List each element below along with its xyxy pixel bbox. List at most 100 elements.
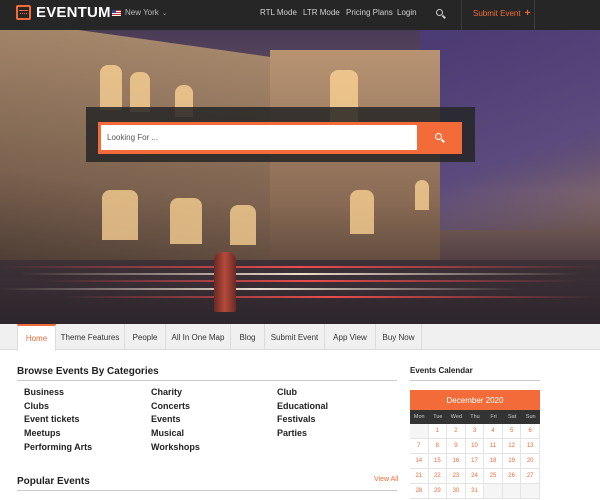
category-link[interactable]: Events (151, 414, 181, 424)
light-streak (0, 266, 600, 268)
hero-search-button[interactable] (418, 125, 459, 150)
tab-submit-event[interactable]: Submit Event (265, 324, 325, 350)
calendar-day[interactable]: 2 (447, 424, 466, 439)
submit-event-label: Submit Event (473, 9, 521, 18)
calendar-day[interactable]: 14 (410, 454, 429, 469)
calendar-day[interactable]: 27 (521, 469, 540, 484)
section-divider (410, 380, 540, 381)
category-link[interactable]: Concerts (151, 401, 190, 411)
calendar-day[interactable]: 21 (410, 469, 429, 484)
light-streak (60, 296, 600, 298)
category-link[interactable]: Educational (277, 401, 328, 411)
hero-window (100, 65, 122, 110)
calendar-day[interactable]: 22 (428, 469, 448, 484)
submit-event-button[interactable]: Submit Event + (473, 7, 531, 19)
calendar-day[interactable]: 3 (465, 424, 485, 439)
calendar-day[interactable]: 1 (428, 424, 448, 439)
calendar-weekday: Wed (450, 414, 463, 420)
calendar-empty-cell (410, 424, 429, 439)
top-bar: EVENTUM New York ⌄ RTL Mode LTR Mode Pri… (0, 0, 600, 30)
hero-banner (0, 30, 600, 324)
calendar-day[interactable]: 13 (521, 439, 540, 454)
category-link[interactable]: Parties (277, 428, 307, 438)
calendar-weekdays: Mon Tue Wed Thu Fri Sat Sun (410, 410, 540, 424)
tab-home[interactable]: Home (17, 324, 56, 351)
hero-hydrant (214, 252, 236, 312)
category-link[interactable]: Business (24, 387, 64, 397)
category-link[interactable]: Musical (151, 428, 184, 438)
calendar-empty-cell (484, 484, 503, 499)
tab-all-in-one-map[interactable]: All In One Map (166, 324, 231, 350)
category-link[interactable]: Charity (151, 387, 182, 397)
calendar-day[interactable]: 6 (521, 424, 540, 439)
calendar-day[interactable]: 31 (465, 484, 485, 499)
calendar-day[interactable]: 19 (502, 454, 522, 469)
categories-title: Browse Events By Categories (17, 366, 159, 377)
calendar-day[interactable]: 26 (502, 469, 522, 484)
calendar-day[interactable]: 23 (447, 469, 466, 484)
category-link[interactable]: Club (277, 387, 297, 397)
tab-blog[interactable]: Blog (231, 324, 265, 350)
calendar-day[interactable]: 7 (410, 439, 429, 454)
category-link[interactable]: Festivals (277, 414, 316, 424)
calendar-day[interactable]: 29 (428, 484, 448, 499)
calendar-day[interactable]: 5 (502, 424, 522, 439)
plus-icon: + (524, 7, 531, 19)
calendar-day[interactable]: 17 (465, 454, 485, 469)
category-link[interactable]: Meetups (24, 428, 61, 438)
section-divider (17, 380, 397, 381)
light-streak (40, 280, 580, 282)
calendar-day[interactable]: 24 (465, 469, 485, 484)
hero-window (415, 180, 429, 210)
calendar-month: December 2020 (410, 390, 540, 410)
light-streak (20, 273, 580, 275)
calendar-weekday: Thu (470, 414, 480, 420)
tab-theme-features[interactable]: Theme Features (56, 324, 125, 350)
nav-pricing-plans[interactable]: Pricing Plans (346, 8, 393, 17)
calendar-weekday: Fri (490, 414, 497, 420)
tab-buy-now[interactable]: Buy Now (376, 324, 422, 350)
calendar-day[interactable]: 11 (484, 439, 503, 454)
calendar-day[interactable]: 16 (447, 454, 466, 469)
nav-rtl-mode[interactable]: RTL Mode (260, 8, 297, 17)
calendar-day[interactable]: 9 (447, 439, 466, 454)
calendar-day[interactable]: 8 (428, 439, 448, 454)
hero-search-input[interactable] (101, 125, 417, 150)
calendar-day[interactable]: 15 (428, 454, 448, 469)
hero-window (130, 72, 150, 112)
section-divider (17, 490, 397, 491)
brand-logo[interactable]: EVENTUM (16, 4, 111, 21)
calendar-day[interactable]: 4 (484, 424, 503, 439)
hero-window (170, 198, 202, 244)
calendar-day[interactable]: 20 (521, 454, 540, 469)
calendar-day[interactable]: 30 (447, 484, 466, 499)
nav-login[interactable]: Login (397, 8, 417, 17)
calendar-day[interactable]: 25 (484, 469, 503, 484)
light-streak (0, 288, 520, 290)
us-flag-icon (112, 9, 121, 16)
category-link[interactable]: Clubs (24, 401, 49, 411)
category-link[interactable]: Workshops (151, 442, 200, 452)
hero-road (0, 260, 600, 324)
hero-window (230, 205, 256, 245)
city-label: New York (125, 8, 159, 17)
topbar-divider (461, 0, 462, 30)
hero-window (102, 190, 138, 240)
tab-people[interactable]: People (125, 324, 166, 350)
calendar-day[interactable]: 12 (502, 439, 522, 454)
topbar-divider (534, 0, 535, 30)
view-all-link[interactable]: View All (374, 476, 398, 483)
calendar-empty-cell (521, 484, 540, 499)
popular-events-title: Popular Events (17, 476, 90, 487)
tab-app-view[interactable]: App View (325, 324, 376, 350)
calendar-day[interactable]: 28 (410, 484, 429, 499)
city-selector[interactable]: New York ⌄ (112, 8, 168, 17)
search-icon[interactable] (436, 9, 443, 16)
nav-ltr-mode[interactable]: LTR Mode (303, 8, 340, 17)
chevron-down-icon: ⌄ (161, 9, 168, 17)
category-link[interactable]: Performing Arts (24, 442, 92, 452)
calendar-day[interactable]: 18 (484, 454, 503, 469)
calendar-day[interactable]: 10 (465, 439, 485, 454)
category-link[interactable]: Event tickets (24, 414, 80, 424)
calendar-weekday: Mon (413, 414, 425, 420)
